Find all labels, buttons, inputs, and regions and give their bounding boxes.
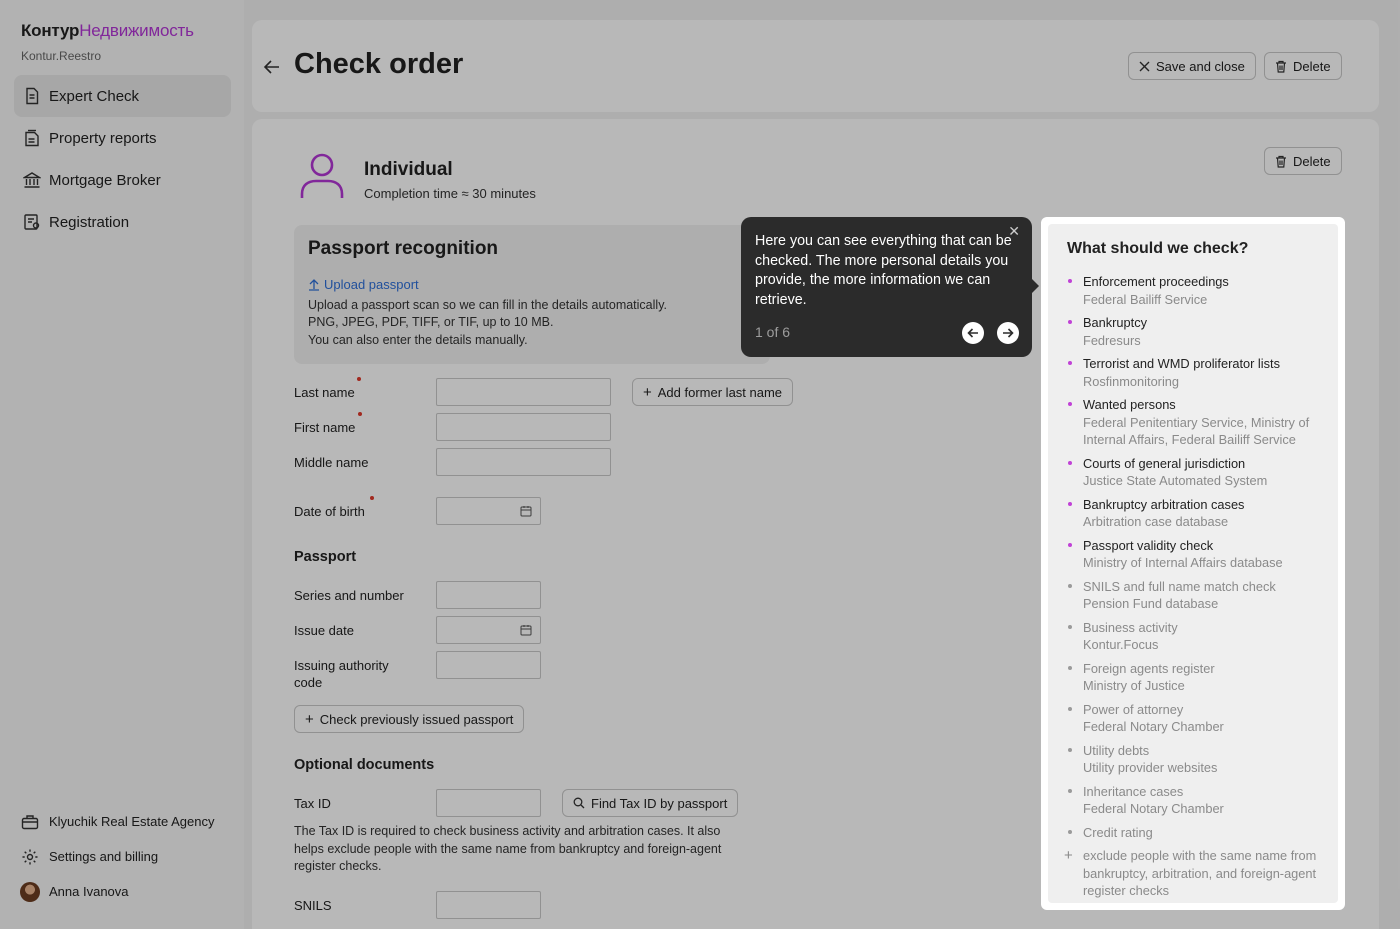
list-item: Business activity Kontur.Focus [1064,619,1334,654]
list-item: Bankruptcy Fedresurs [1064,314,1334,349]
check-title: Courts of general jurisdiction [1083,455,1246,471]
plus-icon: + [1064,847,1073,864]
check-source: Justice State Automated System [1083,473,1268,488]
bullet-icon [1068,706,1072,711]
list-item: Passport validity check Ministry of Inter… [1064,537,1334,572]
check-title: exclude people with the same name from b… [1083,848,1317,898]
bullet-icon [1068,501,1072,506]
list-item: Bankruptcy arbitration cases Arbitration … [1064,496,1334,531]
check-source: Arbitration case database [1083,514,1229,529]
check-source: Ministry of Justice [1083,678,1185,693]
check-source: Federal Notary Chamber [1083,801,1224,816]
bullet-icon [1068,279,1072,283]
bullet-icon [1068,320,1072,324]
bullet-icon [1068,665,1072,670]
check-source: Fedresurs [1083,332,1141,348]
bullet-icon [1068,402,1072,406]
list-item: + exclude people with the same name from … [1064,847,1334,900]
close-icon[interactable]: ✕ [1008,223,1020,240]
list-item: Wanted persons Federal Penitentiary Servi… [1064,396,1334,449]
bullet-icon [1068,361,1072,365]
list-item: Courts of general jurisdiction Justice St… [1064,455,1334,490]
checks-title: What should we check? [1067,240,1249,257]
list-item: Enforcement proceedings Federal Bailiff S… [1064,273,1334,308]
bullet-icon [1068,460,1072,465]
check-source: Pension Fund database [1083,596,1219,611]
check-title: Bankruptcy arbitration cases [1083,496,1245,512]
bullet-icon [1068,747,1072,752]
check-title: Credit rating [1083,824,1153,840]
check-title: Passport validity check [1083,537,1214,553]
check-title: Business activity [1083,619,1178,635]
list-item: Terrorist and WMD proliferator lists Rosf… [1064,355,1334,390]
bullet-icon [1068,829,1072,834]
onboarding-tooltip: Here you can see everything that can be … [741,217,1039,357]
tooltip-text: Here you can see everything that can be … [755,233,1012,308]
check-title: Inheritance cases [1083,783,1184,799]
check-title: Terrorist and WMD proliferator lists [1083,356,1280,371]
checks-list: Enforcement proceedings Federal Bailiff S… [1064,273,1334,906]
bullet-icon [1068,583,1072,588]
tooltip-prev-button[interactable] [962,322,984,344]
arrow-right-icon [1003,328,1014,338]
check-source: Federal Bailiff Service [1083,291,1208,307]
tooltip-next-button[interactable] [997,322,1019,344]
check-title: Power of attorney [1083,701,1184,717]
check-title: Utility debts [1083,742,1150,758]
bullet-icon [1068,542,1072,547]
bullet-icon [1068,788,1072,793]
check-title: Bankruptcy [1083,315,1148,330]
check-source: Utility provider websites [1083,760,1218,775]
list-item: Inheritance cases Federal Notary Chamber [1064,783,1334,818]
list-item: Utility debts Utility provider websites [1064,742,1334,777]
check-title: Enforcement proceedings [1083,274,1229,289]
check-source: Kontur.Focus [1083,637,1159,652]
check-source: Federal Penitentiary Service, Ministry o… [1083,414,1310,448]
check-title: Foreign agents register [1083,660,1215,676]
arrow-left-icon [967,328,978,338]
check-source: Ministry of Internal Affairs database [1083,555,1283,570]
check-title: Wanted persons [1083,397,1176,412]
list-item: Foreign agents register Ministry of Justi… [1064,660,1334,695]
tooltip-pager: 1 of 6 [755,324,791,340]
list-item: SNILS and full name match check Pension F… [1064,578,1334,613]
list-item: Power of attorney Federal Notary Chamber [1064,701,1334,736]
list-item: Credit rating [1064,824,1334,842]
check-title: SNILS and full name match check [1083,578,1276,594]
check-source: Federal Notary Chamber [1083,719,1224,734]
check-source: Rosfinmonitoring [1083,373,1180,389]
bullet-icon [1068,624,1072,629]
